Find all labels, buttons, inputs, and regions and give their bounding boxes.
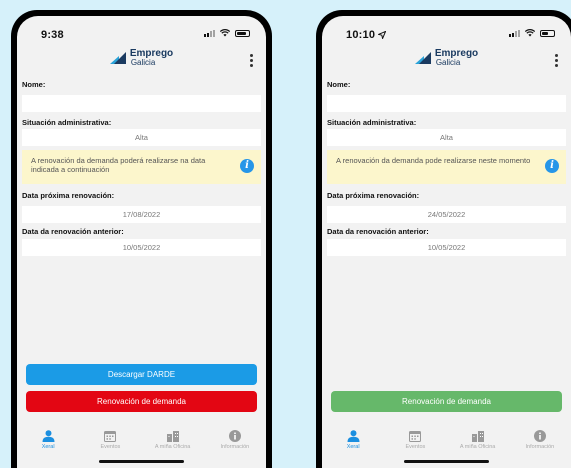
tab-label: Xeral bbox=[346, 444, 360, 450]
tab-label: Xeral bbox=[41, 444, 55, 450]
info-icon bbox=[533, 430, 546, 442]
status-bar: 10:10 bbox=[322, 16, 571, 48]
phone-right: 10:10 Emprego Galicia Nome: Situación ad… bbox=[316, 10, 571, 468]
brand-subtitle: Galicia bbox=[435, 58, 461, 67]
tab-label: Eventos bbox=[100, 444, 121, 450]
field-value-anterior: 10/05/2022 bbox=[327, 239, 566, 256]
brand-title: Emprego bbox=[129, 48, 174, 59]
home-indicator[interactable] bbox=[404, 460, 489, 463]
info-icon[interactable]: i bbox=[240, 159, 254, 173]
field-label-situacion: Situación administrativa: bbox=[22, 118, 112, 127]
app-screen: 9:38 Emprego Galicia Nome: Situación adm… bbox=[17, 16, 266, 468]
battery-icon bbox=[235, 29, 250, 37]
tab-bar: Xeral Eventos A miña Oficina Información bbox=[17, 429, 266, 451]
descargar-darde-button[interactable]: Descargar DARDE bbox=[26, 364, 257, 385]
office-icon bbox=[166, 431, 179, 442]
tab-label: A miña Oficina bbox=[154, 444, 191, 450]
wifi-icon bbox=[525, 29, 535, 37]
tab-label: Información bbox=[525, 444, 555, 450]
field-label-nome: Nome: bbox=[22, 80, 46, 89]
tab-label: A miña Oficina bbox=[459, 444, 496, 450]
info-icon bbox=[228, 430, 241, 442]
info-banner-text: A renovación da demanda poderá realizars… bbox=[31, 156, 206, 174]
field-value-situacion: Alta bbox=[327, 129, 566, 146]
info-icon[interactable]: i bbox=[545, 159, 559, 173]
status-bar: 9:38 bbox=[17, 16, 266, 48]
system-icons bbox=[204, 29, 250, 37]
field-value-proxima: 17/08/2022 bbox=[22, 206, 261, 223]
emprego-logo-icon bbox=[414, 52, 431, 64]
calendar-icon bbox=[104, 431, 117, 442]
field-label-anterior: Data da renovación anterior: bbox=[22, 227, 124, 236]
emprego-logo-icon bbox=[109, 52, 126, 64]
status-time: 10:10 bbox=[346, 29, 387, 41]
brand-title: Emprego bbox=[434, 48, 479, 59]
tab-oficina[interactable]: A miña Oficina bbox=[450, 429, 506, 451]
field-value-situacion: Alta bbox=[22, 129, 261, 146]
field-value-nome bbox=[327, 95, 566, 112]
signal-icon bbox=[204, 29, 215, 37]
location-arrow-icon bbox=[377, 30, 387, 41]
tab-bar: Xeral Eventos A miña Oficina Información bbox=[322, 429, 571, 451]
brand-subtitle: Galicia bbox=[130, 58, 156, 67]
info-banner: A renovación da demanda pode realizarse … bbox=[327, 150, 566, 184]
field-label-proxima: Data próxima renovación: bbox=[327, 191, 420, 200]
more-menu-icon[interactable] bbox=[248, 54, 254, 67]
tab-informacion[interactable]: Información bbox=[207, 429, 263, 451]
person-icon bbox=[347, 430, 360, 442]
field-value-anterior: 10/05/2022 bbox=[22, 239, 261, 256]
tab-eventos[interactable]: Eventos bbox=[82, 429, 138, 451]
tab-xeral[interactable]: Xeral bbox=[325, 429, 381, 451]
office-icon bbox=[471, 431, 484, 442]
system-icons bbox=[509, 29, 555, 37]
home-indicator[interactable] bbox=[99, 460, 184, 463]
field-value-nome bbox=[22, 95, 261, 112]
person-icon bbox=[42, 430, 55, 442]
info-banner: A renovación da demanda poderá realizars… bbox=[22, 150, 261, 184]
app-logo: Emprego Galicia bbox=[17, 49, 266, 67]
field-label-proxima: Data próxima renovación: bbox=[22, 191, 115, 200]
tab-xeral[interactable]: Xeral bbox=[20, 429, 76, 451]
status-time: 9:38 bbox=[41, 29, 64, 41]
tab-oficina[interactable]: A miña Oficina bbox=[145, 429, 201, 451]
tab-eventos[interactable]: Eventos bbox=[387, 429, 443, 451]
renovacion-demanda-button[interactable]: Renovación de demanda bbox=[331, 391, 562, 412]
tab-label: Información bbox=[220, 444, 250, 450]
field-label-nome: Nome: bbox=[327, 80, 351, 89]
info-banner-text: A renovación da demanda pode realizarse … bbox=[336, 156, 531, 165]
app-logo: Emprego Galicia bbox=[322, 49, 571, 67]
battery-icon bbox=[540, 29, 555, 37]
renovacion-demanda-button[interactable]: Renovación de demanda bbox=[26, 391, 257, 412]
more-menu-icon[interactable] bbox=[553, 54, 559, 67]
tab-informacion[interactable]: Información bbox=[512, 429, 568, 451]
field-value-proxima: 24/05/2022 bbox=[327, 206, 566, 223]
field-label-situacion: Situación administrativa: bbox=[327, 118, 417, 127]
app-screen: 10:10 Emprego Galicia Nome: Situación ad… bbox=[322, 16, 571, 468]
wifi-icon bbox=[220, 29, 230, 37]
phone-left: 9:38 Emprego Galicia Nome: Situación adm… bbox=[11, 10, 272, 468]
field-label-anterior: Data da renovación anterior: bbox=[327, 227, 429, 236]
calendar-icon bbox=[409, 431, 422, 442]
tab-label: Eventos bbox=[405, 444, 426, 450]
signal-icon bbox=[509, 29, 520, 37]
